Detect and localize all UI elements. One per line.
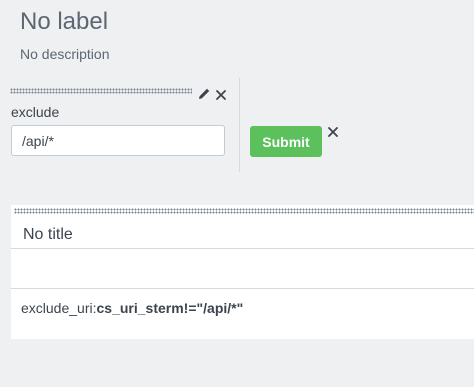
close-icon[interactable]: [327, 125, 339, 137]
result-title: No title: [23, 226, 73, 243]
exclude-input[interactable]: [11, 125, 225, 156]
pencil-icon[interactable]: [198, 87, 211, 100]
dashboard-description: No description: [20, 46, 110, 62]
result-text: exclude_uri:cs_uri_sterm!="/api/*": [21, 300, 243, 316]
result-text-bold: cs_uri_sterm!="/api/*": [96, 300, 244, 316]
drag-handle[interactable]: [14, 208, 474, 214]
result-text-prefix: exclude_uri:: [21, 300, 97, 316]
input-panel: exclude: [0, 78, 240, 170]
submit-button[interactable]: Submit: [250, 126, 322, 157]
close-icon[interactable]: [215, 88, 227, 100]
result-empty-row: [11, 248, 474, 289]
panel-divider: [239, 78, 240, 172]
dashboard-title: No label: [20, 8, 109, 35]
input-label: exclude: [11, 104, 60, 120]
dashboard-page: No label No description exclude Submit N…: [0, 0, 474, 387]
result-panel: No title exclude_uri:cs_uri_sterm!="/api…: [11, 205, 474, 339]
drag-handle[interactable]: [10, 88, 192, 94]
